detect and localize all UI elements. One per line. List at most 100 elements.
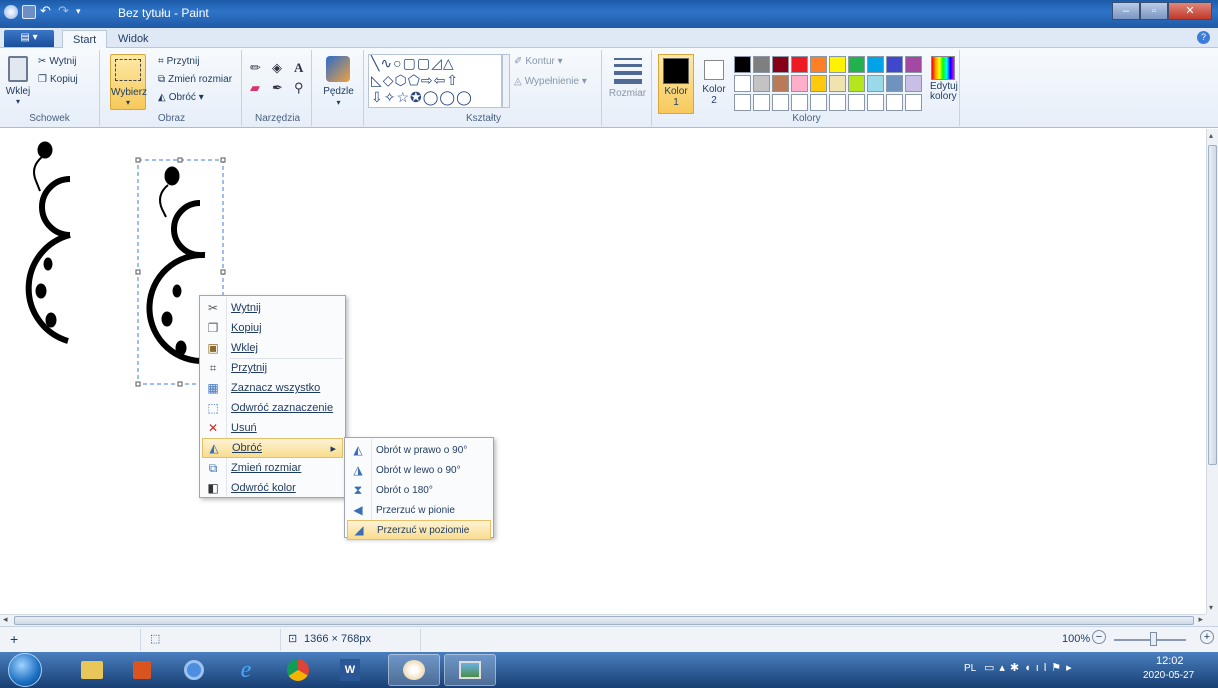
minimize-button[interactable]: – [1112, 2, 1140, 20]
clock-time[interactable]: 12:02 [1156, 655, 1184, 667]
menu-item-invert-selection[interactable]: ⬚ Odwróć zaznaczenie [202, 398, 343, 418]
office-taskbar-icon[interactable] [116, 654, 168, 686]
scroll-down-icon[interactable]: ▾ [1209, 603, 1213, 612]
zoom-slider-thumb[interactable] [1150, 632, 1157, 646]
help-icon[interactable]: ? [1197, 31, 1210, 44]
outline-button[interactable]: ✐ Kontur ▾ [514, 56, 563, 67]
paint-taskbar-icon[interactable] [388, 654, 440, 686]
menu-item-paste[interactable]: ▣ Wklej [202, 338, 343, 358]
undo-icon[interactable]: ↶ [40, 4, 54, 19]
chrome-taskbar-icon[interactable] [272, 654, 324, 686]
custom-color-slot[interactable] [867, 94, 884, 111]
file-menu-button[interactable]: ▤ ▾ [4, 30, 54, 47]
redo-icon[interactable]: ↷ [58, 4, 72, 19]
eraser-icon[interactable]: ▰ [250, 80, 268, 96]
vertical-scroll-thumb[interactable] [1208, 145, 1217, 465]
color-swatch[interactable] [867, 75, 884, 92]
color-swatch[interactable] [905, 56, 922, 73]
menu-item-rotate[interactable]: ◭ Obróć ▸ [202, 438, 343, 458]
start-orb-icon[interactable] [8, 653, 42, 687]
tab-view[interactable]: Widok [108, 30, 159, 49]
horizontal-scroll-thumb[interactable] [14, 616, 1194, 625]
menu-item-invert-color[interactable]: ◧ Odwróć kolor [202, 478, 343, 498]
menu-item-cut[interactable]: ✂ Wytnij [202, 298, 343, 318]
customize-qat-icon[interactable]: ▾ [76, 5, 90, 19]
color-swatch[interactable] [848, 75, 865, 92]
close-button[interactable]: ✕ [1168, 2, 1212, 20]
scroll-left-icon[interactable]: ◂ [3, 614, 8, 625]
color-swatch[interactable] [829, 56, 846, 73]
brushes-group[interactable]: Pędzle ▾ [314, 50, 364, 126]
paint-app-icon[interactable] [4, 5, 18, 19]
custom-color-slot[interactable] [734, 94, 751, 111]
color-swatch[interactable] [848, 56, 865, 73]
color-swatch[interactable] [867, 56, 884, 73]
color-swatch[interactable] [791, 75, 808, 92]
custom-color-slot[interactable] [886, 94, 903, 111]
paste-button[interactable]: Wklej ▾ [4, 54, 32, 110]
menu-item-delete[interactable]: ✕ Usuń [202, 418, 343, 438]
color-swatch[interactable] [734, 75, 751, 92]
text-tool-icon[interactable]: A [294, 60, 312, 76]
color-swatch[interactable] [905, 75, 922, 92]
menu-item-flip-horizontal[interactable]: ◢ Przerzuć w poziomie [347, 520, 491, 540]
menu-item-copy[interactable]: ❐ Kopiuj [202, 318, 343, 338]
color-swatch[interactable] [753, 75, 770, 92]
menu-item-rotate-right[interactable]: ◭ Obrót w prawo o 90° [347, 440, 491, 460]
zoom-in-icon[interactable]: + [1200, 630, 1214, 644]
custom-color-slot[interactable] [810, 94, 827, 111]
color-swatch[interactable] [810, 75, 827, 92]
zoom-out-icon[interactable]: − [1092, 630, 1106, 644]
explorer-taskbar-icon[interactable] [66, 654, 118, 686]
color-swatch[interactable] [753, 56, 770, 73]
scroll-right-icon[interactable]: ▸ [1198, 614, 1203, 625]
custom-color-slot[interactable] [905, 94, 922, 111]
crop-button[interactable]: ⌗ Przytnij [158, 56, 199, 67]
color-swatch[interactable] [734, 56, 751, 73]
menu-item-crop[interactable]: ⌗ Przytnij [202, 358, 343, 378]
shapes-scroll[interactable] [502, 54, 510, 108]
language-indicator[interactable]: PL [964, 663, 976, 674]
magnifier-icon[interactable]: ⚲ [294, 80, 312, 96]
shapes-gallery[interactable]: ╲∿○▢▢◿△ ◺◇⬡⬠⇨⇦⇧ ⇩✧☆✪◯◯◯ [368, 54, 502, 108]
color-swatch[interactable] [886, 75, 903, 92]
color-swatch[interactable] [791, 56, 808, 73]
custom-color-slot[interactable] [829, 94, 846, 111]
color-swatch[interactable] [886, 56, 903, 73]
save-icon[interactable] [22, 5, 36, 19]
resize-button[interactable]: ⧉ Zmień rozmiar [158, 74, 232, 85]
fill-button[interactable]: ◬ Wypełnienie ▾ [514, 76, 587, 87]
fill-bucket-icon[interactable]: ◈ [272, 60, 290, 76]
tab-start[interactable]: Start [62, 30, 108, 49]
color1-button[interactable]: Kolor 1 [658, 54, 694, 114]
color-swatch[interactable] [810, 56, 827, 73]
word-taskbar-icon[interactable]: W [324, 654, 376, 686]
drawing-canvas[interactable] [0, 129, 1206, 614]
custom-color-slot[interactable] [791, 94, 808, 111]
custom-color-slot[interactable] [848, 94, 865, 111]
chromium-taskbar-icon[interactable] [168, 654, 220, 686]
photo-viewer-taskbar-icon[interactable] [444, 654, 496, 686]
menu-item-rotate-180[interactable]: ⧗ Obrót o 180° [347, 480, 491, 500]
color2-button[interactable]: Kolor 2 [698, 54, 730, 114]
scroll-up-icon[interactable]: ▴ [1209, 131, 1213, 140]
maximize-button[interactable]: ▫ [1140, 2, 1168, 20]
rotate-button[interactable]: ◭ Obróć ▾ [158, 92, 204, 103]
custom-color-slot[interactable] [753, 94, 770, 111]
color-swatch[interactable] [772, 56, 789, 73]
color-swatch[interactable] [772, 75, 789, 92]
color-picker-icon[interactable]: ✒ [272, 80, 290, 96]
menu-item-select-all[interactable]: ▦ Zaznacz wszystko [202, 378, 343, 398]
horizontal-scrollbar[interactable]: ◂ ▸ [0, 614, 1206, 626]
vertical-scrollbar[interactable]: ▴ ▾ [1206, 129, 1218, 614]
tray-icons[interactable]: ▭▴✱◖ıl⚑▸ [984, 661, 1077, 674]
menu-item-resize[interactable]: ⧉ Zmień rozmiar [202, 458, 343, 478]
select-button[interactable]: Wybierz ▾ [110, 54, 147, 110]
menu-item-flip-vertical[interactable]: ◀ Przerzuć w pionie [347, 500, 491, 520]
clock-date[interactable]: 2020-05-27 [1143, 670, 1194, 681]
edit-colors-button[interactable]: Edytuj kolory [926, 54, 960, 114]
size-group[interactable]: Rozmiar [604, 50, 652, 126]
internet-explorer-taskbar-icon[interactable]: e [220, 654, 272, 686]
custom-color-slot[interactable] [772, 94, 789, 111]
pencil-icon[interactable]: ✏ [250, 60, 268, 76]
